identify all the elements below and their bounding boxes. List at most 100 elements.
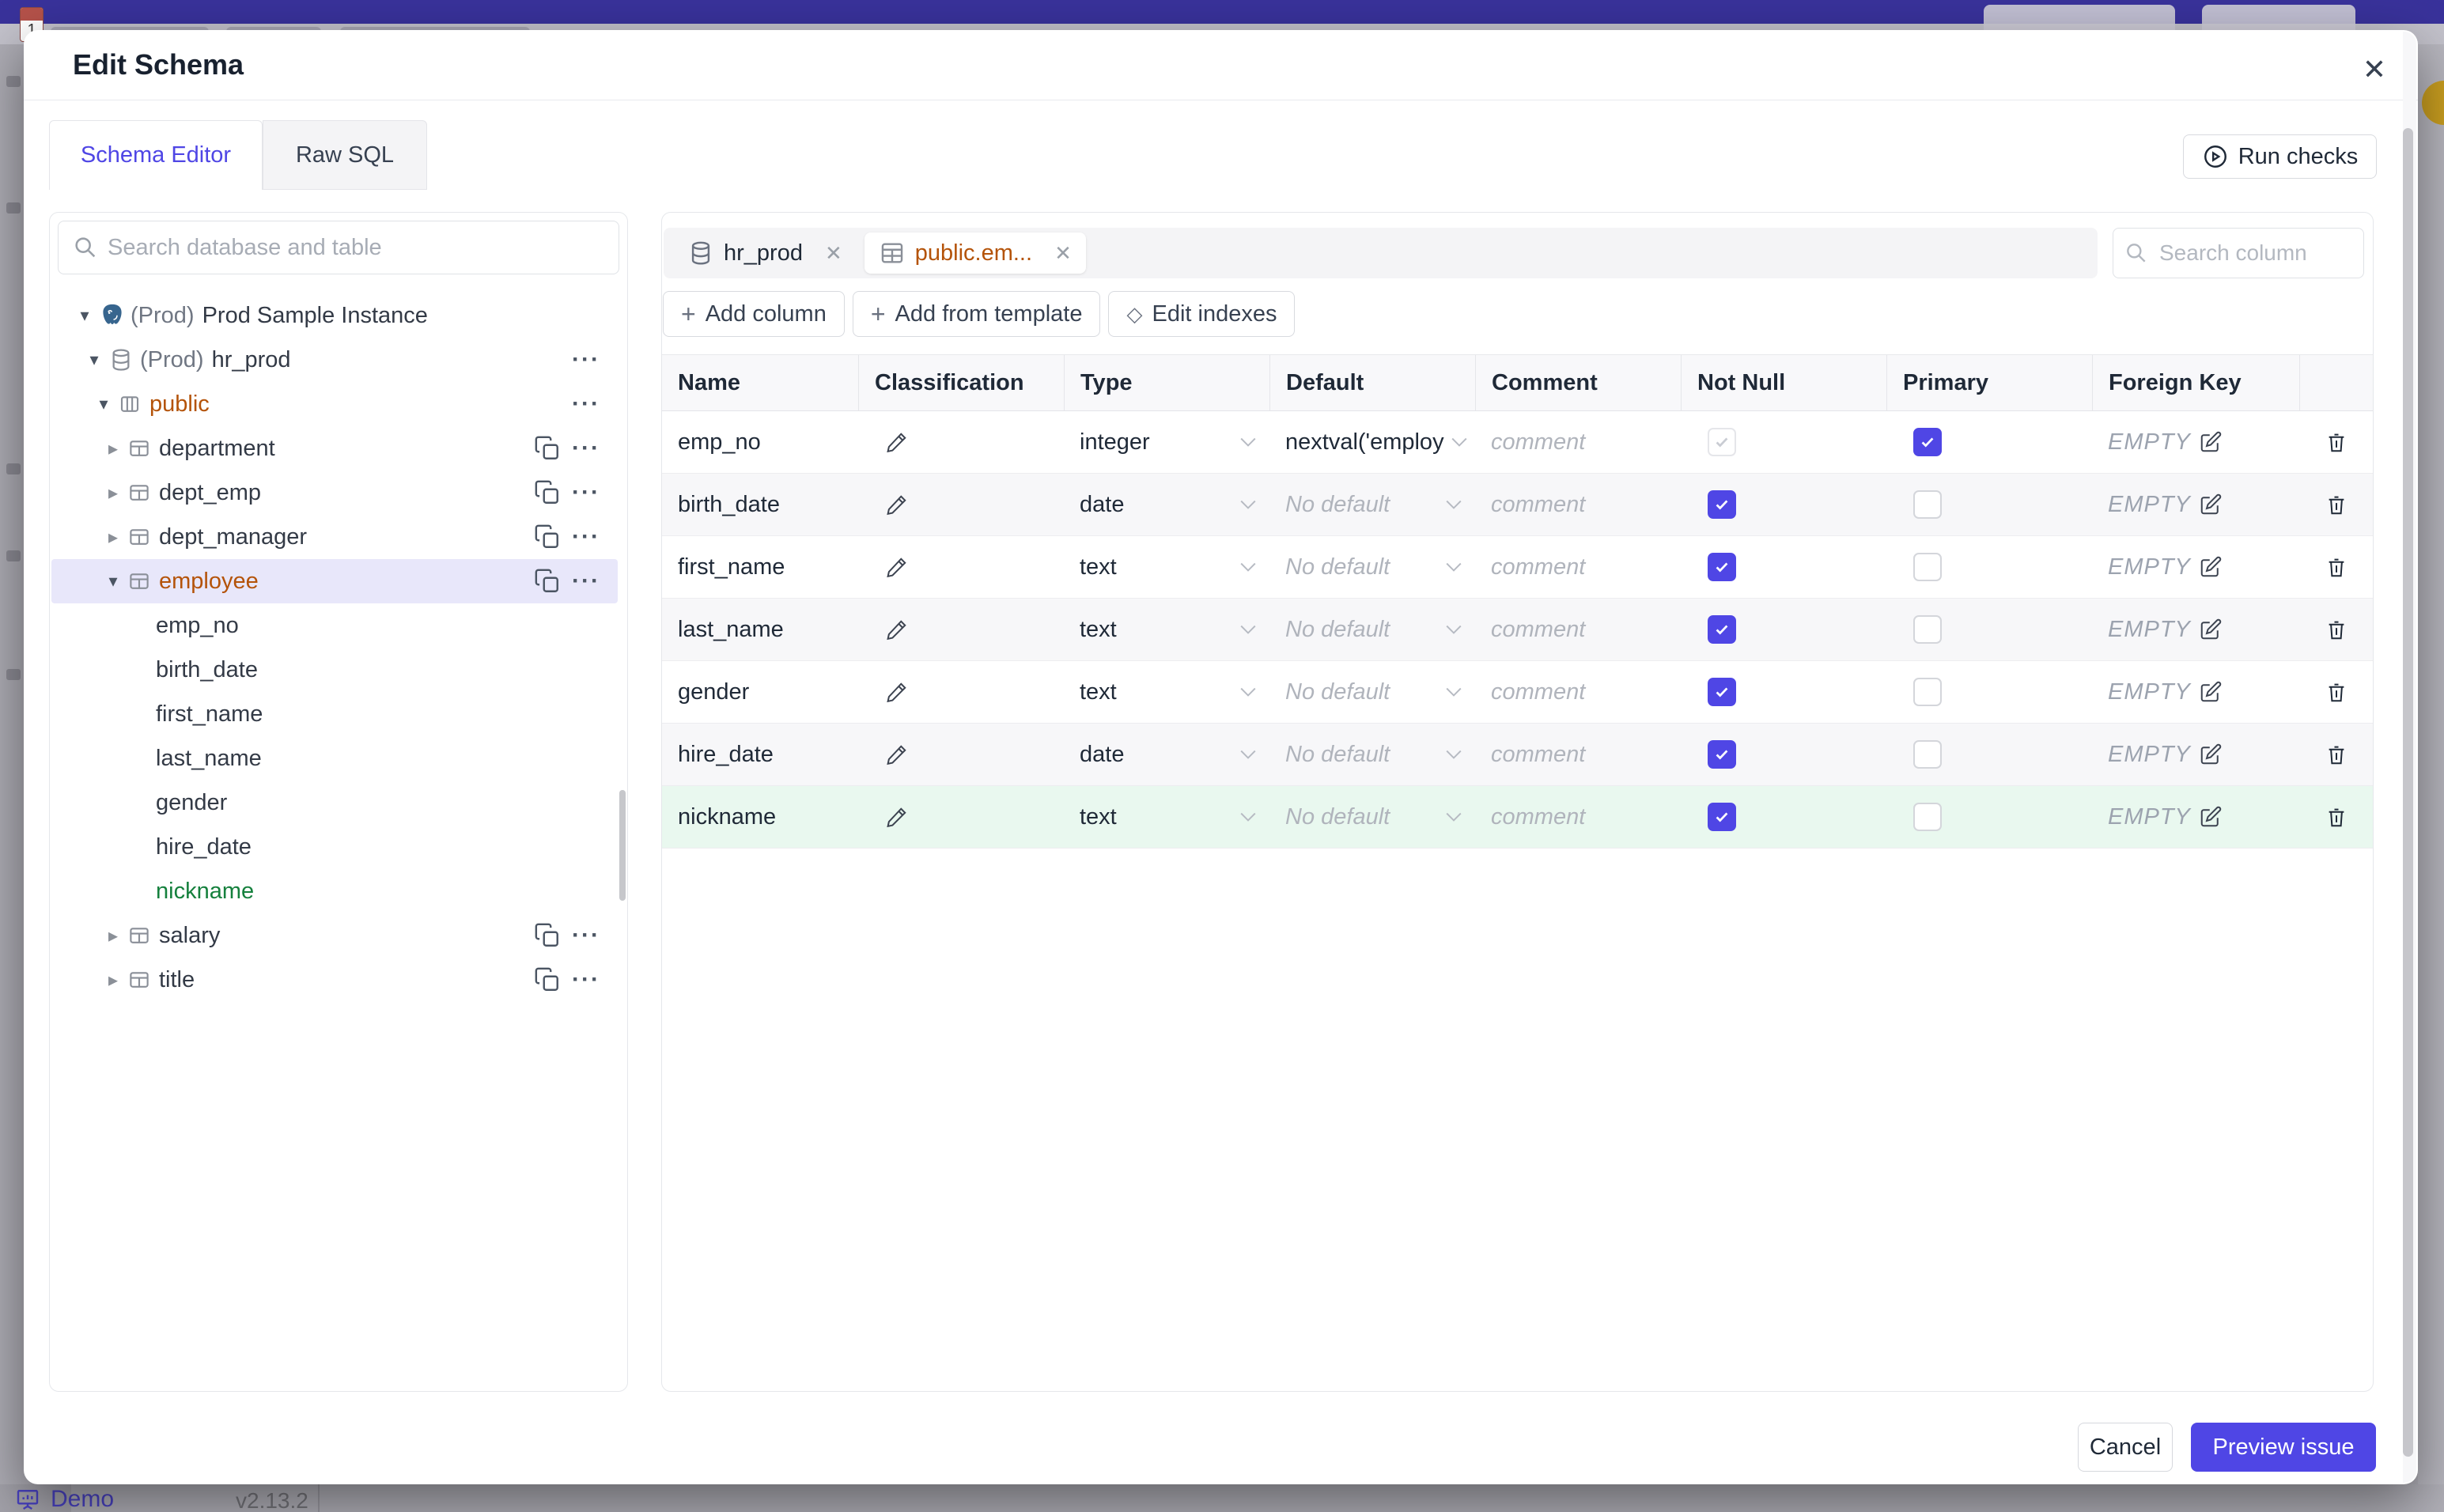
tree-node-table-dept-emp[interactable]: ▸ dept_emp ··· bbox=[51, 471, 618, 515]
default-select[interactable]: No default bbox=[1269, 679, 1475, 705]
caret-right-icon[interactable]: ▸ bbox=[99, 924, 127, 947]
more-actions-icon[interactable]: ··· bbox=[572, 568, 600, 595]
add-column-button[interactable]: + Add column bbox=[663, 291, 845, 337]
copy-icon[interactable] bbox=[534, 922, 561, 949]
cancel-button[interactable]: Cancel bbox=[2078, 1423, 2173, 1472]
tree-column-last-name[interactable]: last_name bbox=[51, 736, 618, 781]
type-select[interactable]: integer bbox=[1064, 429, 1269, 455]
caret-right-icon[interactable]: ▸ bbox=[99, 969, 127, 992]
classification-pencil-icon[interactable] bbox=[885, 618, 909, 641]
delete-row-trash-icon[interactable] bbox=[2325, 742, 2348, 767]
default-select[interactable]: No default bbox=[1269, 804, 1475, 830]
edit-foreign-key-icon[interactable] bbox=[2199, 805, 2223, 829]
tree-node-instance[interactable]: ▾ (Prod) Prod Sample Instance bbox=[51, 293, 618, 338]
delete-row-trash-icon[interactable] bbox=[2325, 617, 2348, 642]
tree-node-table-title[interactable]: ▸ title ··· bbox=[51, 958, 618, 1002]
type-select[interactable]: text bbox=[1064, 679, 1269, 705]
caret-right-icon[interactable]: ▸ bbox=[99, 526, 127, 549]
copy-icon[interactable] bbox=[534, 524, 561, 550]
edit-foreign-key-icon[interactable] bbox=[2199, 743, 2223, 766]
primary-checkbox[interactable] bbox=[1913, 740, 1942, 769]
tab-raw-sql[interactable]: Raw SQL bbox=[263, 120, 427, 190]
chip-database-hr-prod[interactable]: hr_prod ✕ bbox=[673, 232, 857, 274]
tree-node-table-salary[interactable]: ▸ salary ··· bbox=[51, 913, 618, 958]
delete-row-trash-icon[interactable] bbox=[2325, 679, 2348, 705]
more-actions-icon[interactable]: ··· bbox=[572, 479, 600, 506]
comment-input[interactable]: comment bbox=[1491, 617, 1585, 643]
run-checks-button[interactable]: Run checks bbox=[2183, 134, 2377, 179]
not-null-checkbox[interactable] bbox=[1708, 740, 1736, 769]
column-search-input[interactable] bbox=[2113, 228, 2364, 278]
add-from-template-button[interactable]: + Add from template bbox=[852, 291, 1101, 337]
close-chip-icon[interactable]: ✕ bbox=[1054, 241, 1072, 266]
more-actions-icon[interactable]: ··· bbox=[572, 922, 600, 949]
primary-checkbox[interactable] bbox=[1913, 553, 1942, 581]
copy-icon[interactable] bbox=[534, 966, 561, 993]
tree-search-input[interactable] bbox=[58, 221, 619, 274]
tree-node-table-department[interactable]: ▸ department ··· bbox=[51, 426, 618, 471]
classification-pencil-icon[interactable] bbox=[885, 805, 909, 829]
more-actions-icon[interactable]: ··· bbox=[572, 391, 600, 418]
caret-right-icon[interactable]: ▸ bbox=[99, 482, 127, 505]
more-actions-icon[interactable]: ··· bbox=[572, 346, 600, 373]
default-select[interactable]: nextval('employ bbox=[1269, 429, 1475, 455]
classification-pencil-icon[interactable] bbox=[885, 743, 909, 766]
classification-pencil-icon[interactable] bbox=[885, 493, 909, 516]
delete-row-trash-icon[interactable] bbox=[2325, 492, 2348, 517]
close-chip-icon[interactable]: ✕ bbox=[825, 241, 842, 266]
tree-node-schema-public[interactable]: ▾ public ··· bbox=[51, 382, 618, 426]
default-select[interactable]: No default bbox=[1269, 742, 1475, 768]
caret-right-icon[interactable]: ▸ bbox=[99, 437, 127, 460]
not-null-checkbox[interactable] bbox=[1708, 490, 1736, 519]
modal-scrollbar-track[interactable] bbox=[2403, 32, 2416, 1483]
classification-pencil-icon[interactable] bbox=[885, 430, 909, 454]
not-null-checkbox[interactable] bbox=[1708, 678, 1736, 706]
not-null-checkbox[interactable] bbox=[1708, 553, 1736, 581]
classification-pencil-icon[interactable] bbox=[885, 555, 909, 579]
tree-node-database[interactable]: ▾ (Prod) hr_prod ··· bbox=[51, 338, 618, 382]
copy-icon[interactable] bbox=[534, 435, 561, 462]
type-select[interactable]: text bbox=[1064, 554, 1269, 580]
primary-checkbox[interactable] bbox=[1913, 615, 1942, 644]
delete-row-trash-icon[interactable] bbox=[2325, 804, 2348, 830]
tree-column-nickname-new[interactable]: nickname bbox=[51, 869, 618, 913]
tree-column-hire-date[interactable]: hire_date bbox=[51, 825, 618, 869]
tree-column-birth-date[interactable]: birth_date bbox=[51, 648, 618, 692]
caret-down-icon[interactable]: ▾ bbox=[70, 305, 99, 326]
default-select[interactable]: No default bbox=[1269, 492, 1475, 518]
not-null-checkbox[interactable] bbox=[1708, 803, 1736, 831]
default-select[interactable]: No default bbox=[1269, 617, 1475, 643]
comment-input[interactable]: comment bbox=[1491, 804, 1585, 830]
type-select[interactable]: date bbox=[1064, 492, 1269, 518]
type-select[interactable]: text bbox=[1064, 617, 1269, 643]
caret-down-icon[interactable]: ▾ bbox=[89, 394, 118, 414]
tree-node-table-employee[interactable]: ▾ employee ··· bbox=[51, 559, 618, 603]
more-actions-icon[interactable]: ··· bbox=[572, 524, 600, 550]
primary-checkbox[interactable] bbox=[1913, 428, 1942, 456]
tree-node-table-dept-manager[interactable]: ▸ dept_manager ··· bbox=[51, 515, 618, 559]
primary-checkbox[interactable] bbox=[1913, 803, 1942, 831]
tree-column-emp-no[interactable]: emp_no bbox=[51, 603, 618, 648]
edit-foreign-key-icon[interactable] bbox=[2199, 680, 2223, 704]
comment-input[interactable]: comment bbox=[1491, 679, 1585, 705]
chip-table-public-employee[interactable]: public.em... ✕ bbox=[864, 232, 1086, 274]
not-null-checkbox[interactable] bbox=[1708, 428, 1736, 456]
more-actions-icon[interactable]: ··· bbox=[572, 435, 600, 462]
tab-schema-editor[interactable]: Schema Editor bbox=[49, 120, 263, 190]
comment-input[interactable]: comment bbox=[1491, 429, 1585, 455]
comment-input[interactable]: comment bbox=[1491, 492, 1585, 518]
type-select[interactable]: date bbox=[1064, 742, 1269, 768]
tree-scrollbar-thumb[interactable] bbox=[619, 790, 626, 901]
copy-icon[interactable] bbox=[534, 479, 561, 506]
edit-foreign-key-icon[interactable] bbox=[2199, 493, 2223, 516]
primary-checkbox[interactable] bbox=[1913, 678, 1942, 706]
edit-foreign-key-icon[interactable] bbox=[2199, 618, 2223, 641]
close-icon[interactable]: ✕ bbox=[2352, 47, 2397, 92]
delete-row-trash-icon[interactable] bbox=[2325, 554, 2348, 580]
delete-row-trash-icon[interactable] bbox=[2325, 429, 2348, 455]
tree-column-first-name[interactable]: first_name bbox=[51, 692, 618, 736]
not-null-checkbox[interactable] bbox=[1708, 615, 1736, 644]
copy-icon[interactable] bbox=[534, 568, 561, 595]
tree-column-gender[interactable]: gender bbox=[51, 781, 618, 825]
edit-foreign-key-icon[interactable] bbox=[2199, 555, 2223, 579]
